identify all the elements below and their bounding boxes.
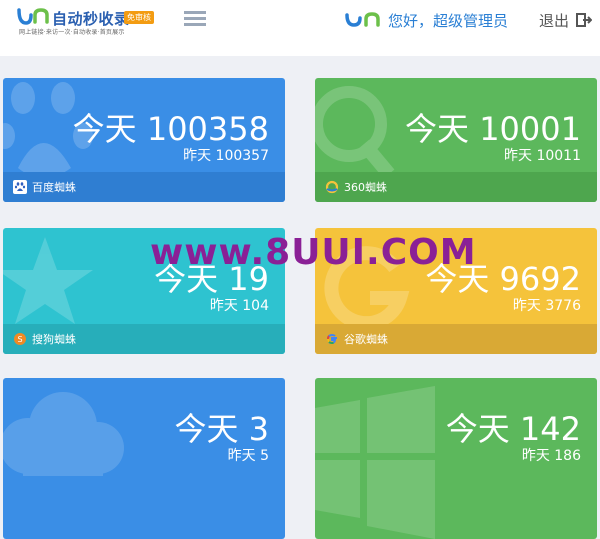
spider-name: 360蜘蛛 [344,181,387,194]
user-logo-icon [345,12,380,27]
today-count: 今天 100358 [72,110,269,148]
logo-title: 自动秒收录 [52,10,130,28]
stat-card-baidu: 今天 100358 昨天 100357 百度蜘蛛 [3,78,285,202]
card-footer: S 搜狗蜘蛛 [3,324,285,354]
today-count: 今天 10001 [405,110,581,148]
yesterday-count: 昨天 100357 [183,148,269,164]
yesterday-count: 昨天 186 [521,448,581,464]
spider-name: 搜狗蜘蛛 [32,333,76,346]
yesterday-count: 昨天 3776 [512,298,581,314]
yesterday-count: 昨天 10011 [504,148,581,164]
today-count: 今天 142 [445,410,581,448]
stat-card-5: 今天 3 昨天 5 [3,378,285,539]
logo-mark-icon [17,8,49,25]
logout-button[interactable]: 退出 [539,10,569,31]
card-footer: 百度蜘蛛 [3,172,285,202]
spider-name: 谷歌蜘蛛 [344,333,388,346]
360-icon [325,180,339,194]
google-icon [326,333,337,345]
site-logo[interactable]: 自动秒收录 免审核 网上链接·来访一次·自动收录·首页展示 [16,6,161,36]
card-footer: 谷歌蜘蛛 [315,324,597,354]
windows-deco-icon [315,386,435,539]
stat-card-6: 今天 142 昨天 186 [315,378,597,539]
svg-text:S: S [17,335,22,344]
card-footer: 360蜘蛛 [315,172,597,202]
user-greeting: 您好，超级管理员 [388,12,509,30]
cloud-deco-icon [3,392,124,476]
spider-name: 百度蜘蛛 [32,181,76,194]
yesterday-count: 昨天 104 [209,298,269,314]
logout-icon[interactable] [576,12,592,28]
logo-badge: 免审核 [124,11,154,24]
top-header: 自动秒收录 免审核 网上链接·来访一次·自动收录·首页展示 您好，超级管理员 退… [0,0,600,56]
logo-slogan: 网上链接·来访一次·自动收录·首页展示 [19,29,125,36]
today-count: 今天 3 [174,410,269,448]
stat-card-360: 今天 10001 昨天 10011 360蜘蛛 [315,78,597,202]
site-watermark: www.8UUI.COM [150,232,477,273]
360-q-icon [315,86,395,179]
baidu-icon [13,180,27,194]
sogou-icon: S [14,333,26,345]
menu-toggle-icon[interactable] [184,11,206,27]
yesterday-count: 昨天 5 [227,448,269,464]
